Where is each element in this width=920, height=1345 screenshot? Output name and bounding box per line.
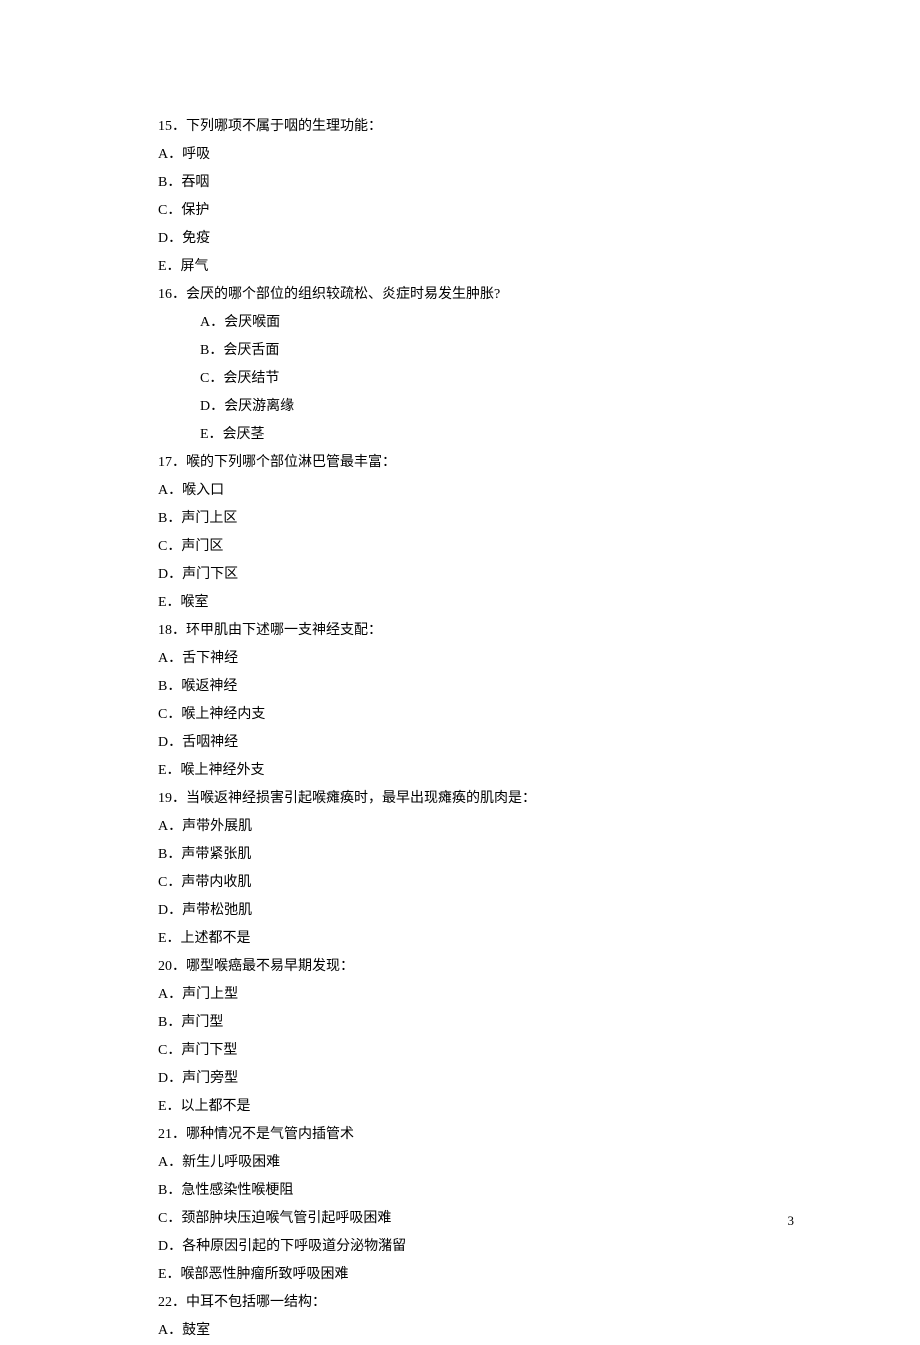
question-option: D．免疫 [158,225,798,253]
question-stem: 19．当喉返神经损害引起喉瘫痪时，最早出现瘫痪的肌肉是： [158,785,798,813]
page: 15．下列哪项不属于咽的生理功能：A．呼吸B．吞咽C．保护D．免疫E．屏气16．… [0,0,920,1302]
question-option: A．声门上型 [158,981,798,1009]
question-option: A．舌下神经 [158,645,798,673]
question-option: D．舌咽神经 [158,729,798,757]
question-option: A．会厌喉面 [158,309,798,337]
question-option: E．上述都不是 [158,925,798,953]
question-option: A．声带外展肌 [158,813,798,841]
question-option: E．会厌茎 [158,421,798,449]
question-option: D．会厌游离缘 [158,393,798,421]
question-option: B．急性感染性喉梗阻 [158,1177,798,1205]
question-stem: 16．会厌的哪个部位的组织较疏松、炎症时易发生肿胀? [158,281,798,309]
question-list: 15．下列哪项不属于咽的生理功能：A．呼吸B．吞咽C．保护D．免疫E．屏气16．… [158,113,798,1345]
question-option: C．声门下型 [158,1037,798,1065]
question-option: D．声带松弛肌 [158,897,798,925]
question-option: C．喉上神经内支 [158,701,798,729]
question-option: A．新生儿呼吸困难 [158,1149,798,1177]
question-option: C．颈部肿块压迫喉气管引起呼吸困难 [158,1205,798,1233]
question-option: D．各种原因引起的下呼吸道分泌物潴留 [158,1233,798,1261]
question-stem: 15．下列哪项不属于咽的生理功能： [158,113,798,141]
question-stem: 17．喉的下列哪个部位淋巴管最丰富： [158,449,798,477]
question-option: C．声带内收肌 [158,869,798,897]
question-option: D．声门下区 [158,561,798,589]
question-option: B．喉返神经 [158,673,798,701]
question-option: E．以上都不是 [158,1093,798,1121]
question-option: D．声门旁型 [158,1065,798,1093]
page-number: 3 [788,1208,795,1234]
question-option: E．喉上神经外支 [158,757,798,785]
question-stem: 21．哪种情况不是气管内插管术 [158,1121,798,1149]
question-option: A．鼓室 [158,1317,798,1345]
question-stem: 20．哪型喉癌最不易早期发现： [158,953,798,981]
question-stem: 18．环甲肌由下述哪一支神经支配： [158,617,798,645]
question-option: B．声门型 [158,1009,798,1037]
question-option: C．会厌结节 [158,365,798,393]
question-option: E．喉部恶性肿瘤所致呼吸困难 [158,1261,798,1289]
question-option: B．声带紧张肌 [158,841,798,869]
question-option: A．喉入口 [158,477,798,505]
question-option: B．声门上区 [158,505,798,533]
question-option: C．保护 [158,197,798,225]
question-option: A．呼吸 [158,141,798,169]
question-option: C．声门区 [158,533,798,561]
question-option: E．喉室 [158,589,798,617]
question-stem: 22．中耳不包括哪一结构： [158,1289,798,1317]
question-option: B．会厌舌面 [158,337,798,365]
question-option: E．屏气 [158,253,798,281]
question-option: B．吞咽 [158,169,798,197]
